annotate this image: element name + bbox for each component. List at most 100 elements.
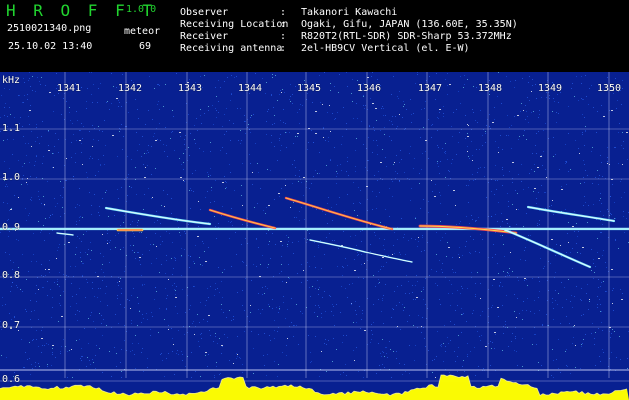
noise-dot [24, 95, 25, 96]
noise-dot [66, 101, 67, 102]
noise-dot [92, 146, 93, 147]
noise-dot [166, 309, 167, 310]
noise-dot [51, 317, 52, 318]
noise-dot [313, 176, 314, 177]
noise-dot [191, 352, 192, 353]
noise-dot [185, 366, 186, 367]
noise-dot [318, 305, 319, 306]
noise-dot [429, 275, 430, 276]
noise-dot [439, 112, 440, 113]
noise-dot [558, 368, 559, 369]
noise-dot [583, 160, 584, 161]
noise-dot [531, 91, 532, 92]
noise-dot [267, 267, 268, 268]
noise-dot [598, 258, 600, 259]
noise-dot [136, 194, 137, 195]
noise-dot [431, 137, 432, 138]
noise-dot [486, 197, 487, 198]
noise-dot [568, 171, 569, 172]
noise-dot [205, 197, 206, 198]
noise-dot [417, 72, 418, 73]
noise-dot [618, 163, 619, 164]
noise-dot [404, 104, 405, 105]
noise-dot [347, 157, 348, 158]
noise-dot [151, 312, 152, 313]
noise-dot [142, 348, 143, 349]
noise-dot [24, 82, 25, 83]
noise-dot [389, 136, 390, 137]
noise-dot [231, 221, 232, 222]
noise-dot [115, 314, 116, 315]
noise-dot [436, 271, 437, 272]
noise-dot [581, 76, 582, 77]
y-axis-unit: kHz [2, 75, 21, 86]
antenna-separator: : [280, 43, 287, 54]
noise-dot [390, 349, 391, 350]
noise-dot [447, 242, 448, 243]
noise-dot [231, 75, 232, 76]
noise-dot [283, 122, 284, 123]
noise-dot [391, 317, 392, 318]
noise-dot [265, 93, 266, 94]
noise-dot [250, 312, 251, 313]
noise-dot [281, 145, 282, 146]
noise-dot [395, 171, 396, 172]
noise-dot [582, 247, 584, 248]
noise-dot [357, 80, 358, 81]
noise-dot [319, 75, 320, 76]
noise-dot [16, 239, 17, 240]
noise-dot [361, 254, 362, 255]
noise-dot [91, 94, 92, 95]
noise-dot [591, 249, 592, 250]
noise-dot [181, 248, 182, 249]
noise-dot [557, 94, 558, 95]
noise-dot [459, 247, 460, 248]
noise-dot [100, 165, 101, 166]
noise-dot [423, 127, 424, 128]
noise-dot [515, 80, 516, 81]
noise-dot [535, 145, 536, 146]
noise-dot [103, 272, 104, 273]
noise-dot [124, 307, 125, 308]
noise-dot [327, 223, 328, 224]
noise-dot [412, 285, 413, 286]
noise-dot [242, 364, 243, 365]
noise-dot [37, 77, 38, 78]
noise-dot [170, 138, 171, 139]
noise-dot [415, 218, 416, 219]
noise-dot [595, 332, 596, 333]
noise-dot [52, 354, 53, 355]
noise-dot [29, 358, 30, 359]
noise-dot [36, 155, 37, 156]
noise-dot [52, 352, 53, 353]
noise-dot [240, 130, 241, 131]
noise-dot [119, 102, 120, 103]
noise-dot [267, 111, 268, 112]
noise-dot [28, 80, 29, 81]
noise-dot [315, 111, 317, 112]
noise-dot [130, 245, 131, 246]
noise-dot [244, 121, 245, 122]
noise-dot [71, 142, 72, 143]
noise-dot [379, 282, 380, 283]
noise-dot [553, 360, 554, 361]
noise-dot [43, 287, 44, 288]
noise-dot [330, 159, 331, 160]
noise-dot [425, 101, 426, 102]
noise-dot [328, 137, 329, 138]
noise-dot [624, 232, 625, 233]
noise-dot [581, 300, 582, 301]
noise-dot [199, 148, 200, 149]
noise-dot [304, 238, 305, 239]
noise-dot [502, 235, 503, 236]
noise-dot [137, 325, 138, 326]
noise-dot [397, 173, 398, 174]
meteor-spectrogram: kHz 1341 1342 1343 1344 1345 1346 1347 1… [0, 72, 629, 400]
noise-dot [135, 335, 136, 336]
noise-dot [459, 132, 460, 133]
noise-dot [23, 367, 24, 368]
noise-dot [139, 310, 140, 311]
noise-dot [475, 120, 476, 121]
noise-dot [18, 95, 19, 96]
noise-dot [281, 256, 282, 257]
